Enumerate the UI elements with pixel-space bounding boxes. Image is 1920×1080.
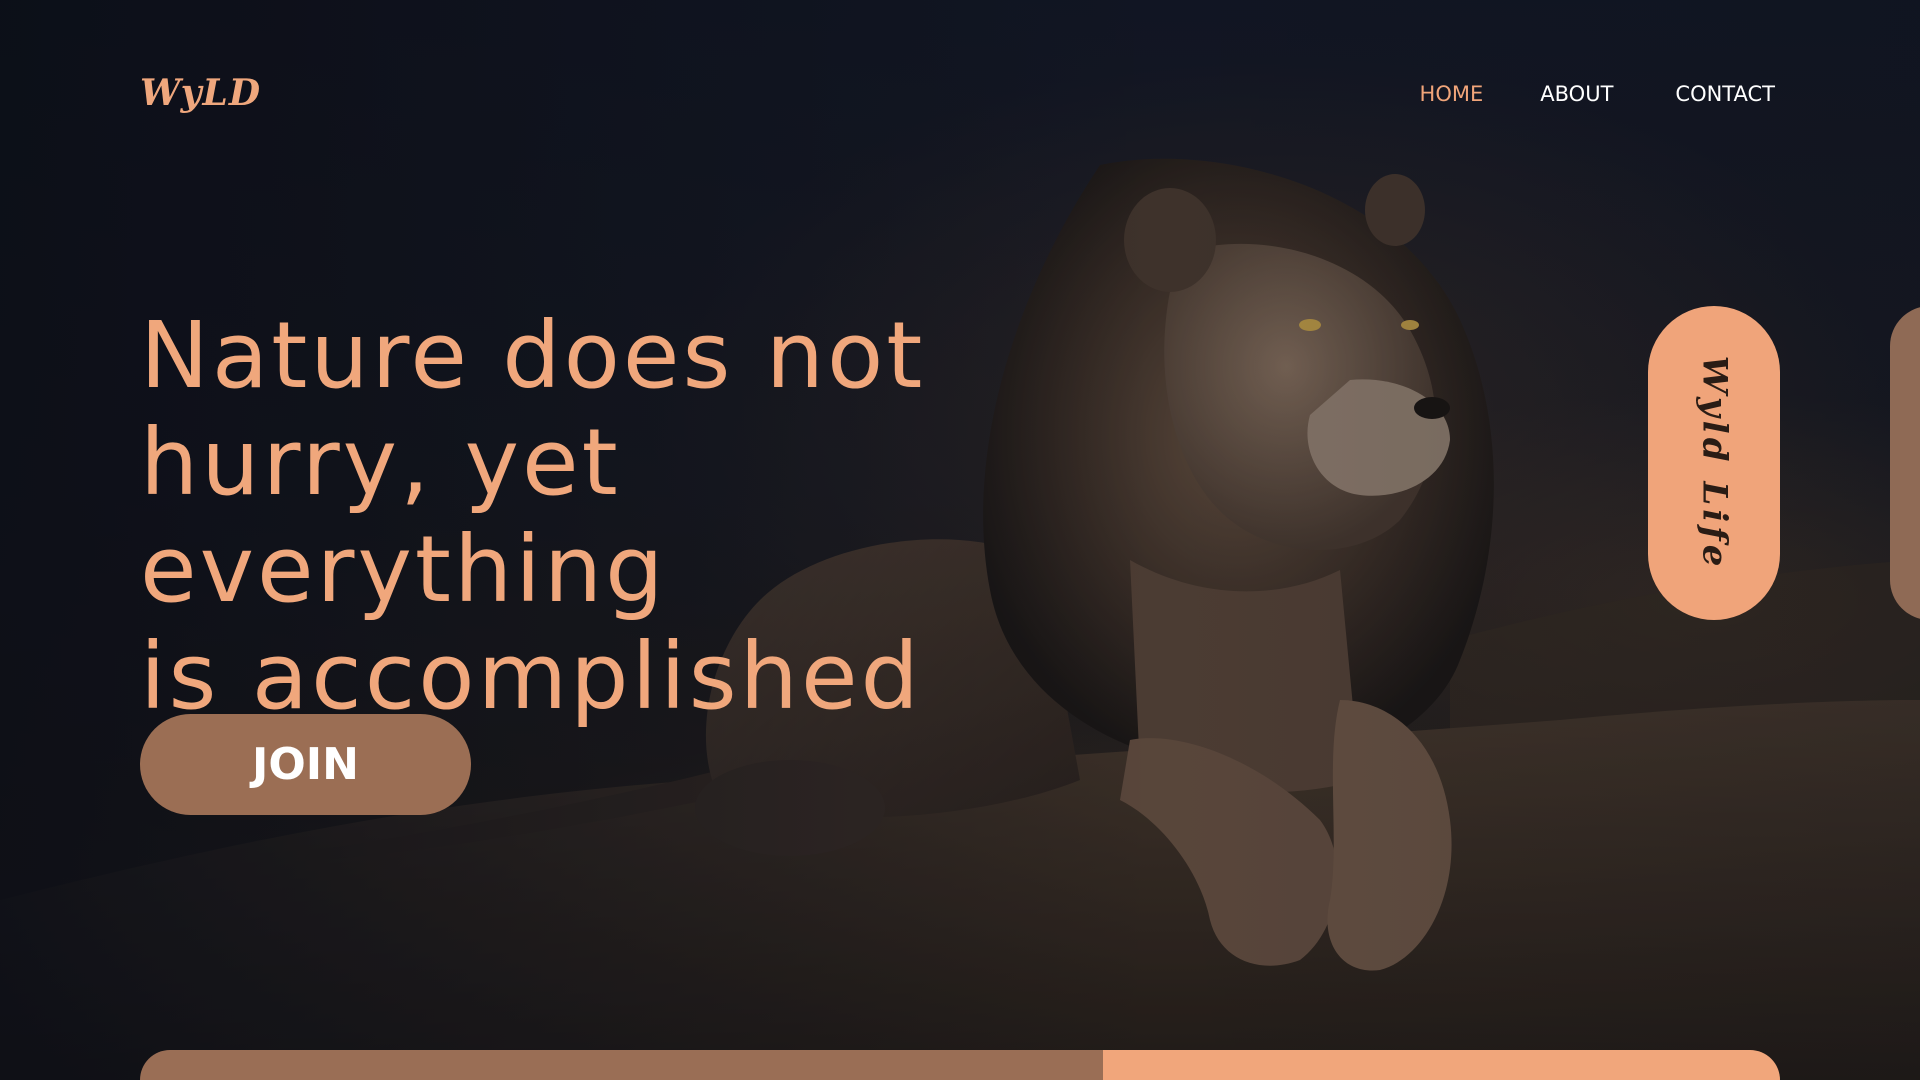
nav-home-link[interactable]: HOME xyxy=(1420,82,1484,106)
bottom-tab-right[interactable] xyxy=(1103,1050,1780,1080)
join-button[interactable]: JOIN xyxy=(140,714,471,815)
headline-line-1: Nature does not xyxy=(140,302,926,409)
side-tab-next[interactable] xyxy=(1890,306,1920,620)
top-navigation: HOME ABOUT CONTACT xyxy=(1420,82,1775,106)
side-tab-wyld-life[interactable]: Wyld Life xyxy=(1648,306,1780,620)
bottom-tab-left[interactable] xyxy=(140,1050,1103,1080)
side-tab-label: Wyld Life xyxy=(1694,355,1734,571)
nav-contact-link[interactable]: CONTACT xyxy=(1675,82,1775,106)
bottom-tab-bar xyxy=(140,1050,1780,1080)
brand-logo[interactable]: WyLD xyxy=(140,72,261,114)
hero-headline: Nature does not hurry, yet everything is… xyxy=(140,302,1120,730)
headline-line-2: hurry, yet everything xyxy=(140,409,667,623)
landing-page: WyLD HOME ABOUT CONTACT Nature does not … xyxy=(0,0,1920,1080)
nav-about-link[interactable]: ABOUT xyxy=(1540,82,1613,106)
